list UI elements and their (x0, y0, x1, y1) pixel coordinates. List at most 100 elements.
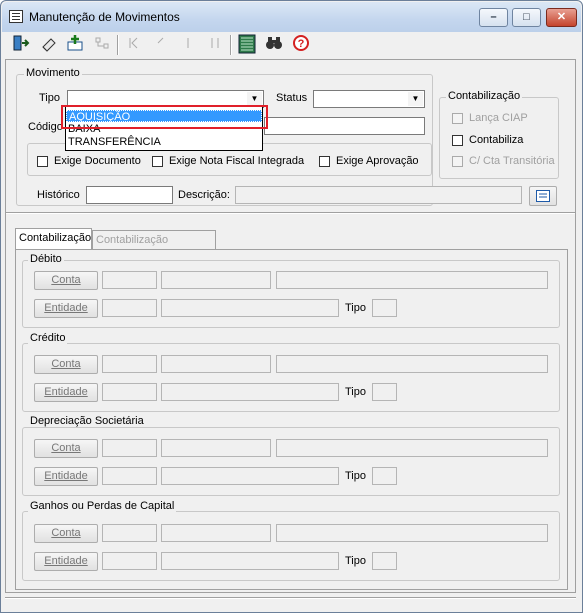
ganhos-entidade-button-label: Entidade (44, 555, 88, 567)
descricao-field (235, 186, 522, 204)
credito-conta-button[interactable]: Conta (34, 355, 98, 374)
status-label: Status (276, 92, 308, 104)
descricao-list-button[interactable] (529, 186, 557, 206)
debito-tipo-label: Tipo (345, 302, 366, 314)
exige-aprovacao-checkbox[interactable] (319, 156, 330, 167)
maximize-button[interactable]: □ (512, 8, 541, 27)
tipo-option-transferencia[interactable]: TRANSFERÊNCIA (66, 136, 262, 148)
contabiliza-checkbox[interactable] (452, 135, 463, 146)
depreciacao-tipo-label: Tipo (345, 470, 366, 482)
tipo-label: Tipo (39, 92, 60, 104)
debito-conta-button[interactable]: Conta (34, 271, 98, 290)
divider (6, 212, 575, 214)
close-button[interactable]: ✕ (546, 8, 577, 27)
tab-contabilizacao-gerencial[interactable]: Contabilização Gerencial (92, 230, 216, 264)
debito-entidade-button-label: Entidade (44, 302, 88, 314)
debito-conta-desc-field (276, 271, 548, 289)
minimize-button[interactable]: – (479, 8, 508, 27)
codigo-label: Código (28, 121, 63, 133)
chevron-down-icon[interactable]: ▼ (408, 92, 423, 106)
historico-field[interactable] (86, 186, 173, 204)
credito-conta-code-field (102, 355, 157, 373)
credito-entidade-desc-field (161, 383, 339, 401)
exige-documento-label: Exige Documento (54, 155, 141, 167)
depreciacao-conta-code-field (102, 439, 157, 457)
debito-label: Débito (28, 253, 64, 265)
debito-entidade-button[interactable]: Entidade (34, 299, 98, 318)
debito-conta-button-label: Conta (51, 274, 81, 286)
contabilizacao-group-label: Contabilização (446, 90, 523, 102)
ganhos-entidade-button[interactable]: Entidade (34, 552, 98, 571)
cta-transitoria-label: C/ Cta Transitória (469, 155, 555, 167)
window-form-icon (9, 10, 23, 23)
next-icon[interactable] (176, 34, 199, 56)
last-icon[interactable] (203, 34, 226, 56)
first-icon[interactable] (122, 34, 145, 56)
ganhos-entidade-desc-field (161, 552, 339, 570)
contabiliza-label: Contabiliza (469, 134, 524, 146)
bottom-divider (5, 597, 576, 599)
ganhos-conta-sub-field (161, 524, 271, 542)
credito-tipo-label: Tipo (345, 386, 366, 398)
depreciacao-tipo-field (372, 467, 397, 485)
cta-transitoria-checkbox[interactable] (452, 156, 463, 167)
ganhos-conta-desc-field (276, 524, 548, 542)
ganhos-group (22, 511, 560, 581)
exit-icon[interactable] (9, 34, 32, 56)
ganhos-conta-code-field (102, 524, 157, 542)
depreciacao-label: Depreciação Societária (28, 415, 146, 427)
descricao-label: Descrição: (178, 189, 230, 201)
credito-entidade-code-field (102, 383, 157, 401)
tab-contabilizacao[interactable]: Contabilização (15, 228, 92, 250)
status-select[interactable]: ▼ (313, 90, 425, 108)
depreciacao-conta-sub-field (161, 439, 271, 457)
toolbar-separator (230, 35, 232, 55)
lanca-ciap-label: Lança CIAP (469, 112, 528, 124)
movimento-group-label: Movimento (24, 67, 82, 79)
historico-label: Histórico (37, 189, 80, 201)
prev-icon[interactable] (149, 34, 172, 56)
depreciacao-entidade-desc-field (161, 467, 339, 485)
debito-conta-sub-field (161, 271, 271, 289)
debito-conta-code-field (102, 271, 157, 289)
codigo-field[interactable] (264, 117, 425, 135)
debito-tipo-field (372, 299, 397, 317)
ganhos-conta-button[interactable]: Conta (34, 524, 98, 543)
depreciacao-entidade-button[interactable]: Entidade (34, 467, 98, 486)
svg-text:?: ? (297, 38, 304, 50)
chevron-down-icon[interactable]: ▼ (247, 92, 262, 106)
ganhos-label: Ganhos ou Perdas de Capital (28, 500, 177, 512)
depreciacao-entidade-code-field (102, 467, 157, 485)
title-bar: Manutenção de Movimentos – □ ✕ (2, 2, 581, 32)
window-title: Manutenção de Movimentos (29, 10, 180, 24)
toolbar-separator (117, 35, 119, 55)
ganhos-tipo-field (372, 552, 397, 570)
ganhos-tipo-label: Tipo (345, 555, 366, 567)
credito-conta-desc-field (276, 355, 548, 373)
binoculars-icon[interactable] (262, 34, 285, 56)
eraser-icon[interactable] (37, 34, 60, 56)
depreciacao-entidade-button-label: Entidade (44, 470, 88, 482)
credito-tipo-field (372, 383, 397, 401)
credito-label: Crédito (28, 332, 68, 344)
credito-group (22, 343, 560, 412)
help-icon[interactable]: ? (289, 34, 312, 56)
depreciacao-conta-button[interactable]: Conta (34, 439, 98, 458)
debito-entidade-desc-field (161, 299, 339, 317)
add-icon[interactable] (63, 34, 86, 56)
credito-conta-button-label: Conta (51, 358, 81, 370)
exige-nota-checkbox[interactable] (152, 156, 163, 167)
depreciacao-conta-desc-field (276, 439, 548, 457)
toolbar: ? (6, 32, 577, 58)
ganhos-conta-button-label: Conta (51, 527, 81, 539)
lanca-ciap-checkbox[interactable] (452, 113, 463, 124)
exige-documento-checkbox[interactable] (37, 156, 48, 167)
list-icon[interactable] (235, 34, 258, 56)
debito-entidade-code-field (102, 299, 157, 317)
list-icon (536, 190, 550, 202)
credito-entidade-button[interactable]: Entidade (34, 383, 98, 402)
depreciacao-group (22, 427, 560, 496)
tree-icon[interactable] (90, 34, 113, 56)
exige-aprovacao-label: Exige Aprovação (336, 155, 419, 167)
depreciacao-conta-button-label: Conta (51, 442, 81, 454)
